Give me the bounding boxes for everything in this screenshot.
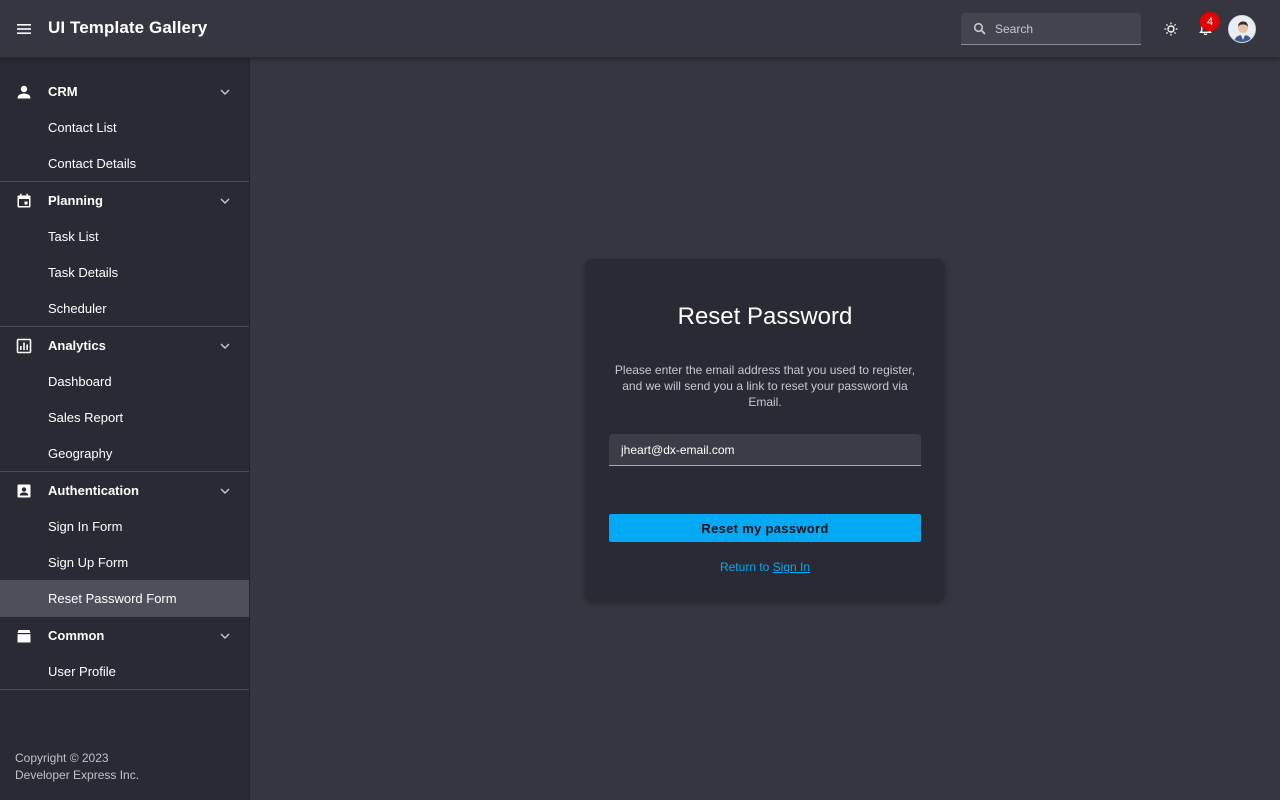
theme-toggle-button[interactable] <box>1160 18 1182 40</box>
email-field[interactable] <box>609 434 921 466</box>
nav-item-sign-in-form[interactable]: Sign In Form <box>0 508 249 544</box>
menu-button[interactable] <box>12 17 36 41</box>
return-text: Return to <box>719 560 770 574</box>
nav-item-label: Scheduler <box>48 301 107 316</box>
nav-group-header-planning[interactable]: Planning <box>0 182 249 218</box>
nav-item-sales-report[interactable]: Sales Report <box>0 399 249 435</box>
return-to-signin: Return to Sign In <box>585 560 945 574</box>
person-icon <box>17 85 31 99</box>
hamburger-menu-icon <box>17 24 31 34</box>
nav-item-label: Sign In Form <box>48 519 123 534</box>
nav-item-dashboard[interactable]: Dashboard <box>0 363 249 399</box>
form-description: Please enter the email address that you … <box>614 363 916 409</box>
nav-group-header-analytics[interactable]: Analytics <box>0 327 249 363</box>
chart-icon <box>16 338 32 354</box>
page-title: Reset Password <box>677 303 853 330</box>
sidebar-nav: CRM Contact List Contact Details Plannin… <box>0 58 250 800</box>
box-icon <box>17 630 31 643</box>
nav-item-task-details[interactable]: Task Details <box>0 254 249 290</box>
nav-group-header-crm[interactable]: CRM <box>0 73 249 109</box>
reset-password-button[interactable]: Reset my password <box>609 514 921 542</box>
nav-item-scheduler[interactable]: Scheduler <box>0 290 249 326</box>
nav-item-reset-password-form[interactable]: Reset Password Form <box>0 580 249 616</box>
email-input[interactable] <box>609 434 921 465</box>
nav-group-label: Common <box>48 628 105 643</box>
nav-group-label: CRM <box>48 84 78 99</box>
nav-item-label: Reset Password Form <box>48 591 177 606</box>
nav-item-sign-up-form[interactable]: Sign Up Form <box>0 544 249 580</box>
reset-password-card: Reset Password Please enter the email ad… <box>585 259 945 601</box>
chevron-down-icon <box>220 198 230 204</box>
nav-group-common: Common User Profile <box>0 617 249 690</box>
chevron-down-icon <box>220 343 230 349</box>
nav-item-label: Task List <box>48 229 99 244</box>
nav-item-contact-details[interactable]: Contact Details <box>0 145 249 181</box>
copyright-line: Copyright © 2023 <box>15 751 109 765</box>
sign-in-link[interactable]: Sign In <box>773 560 810 574</box>
chevron-down-icon <box>220 488 230 494</box>
chevron-down-icon <box>220 89 230 95</box>
nav-item-task-list[interactable]: Task List <box>0 218 249 254</box>
user-avatar-icon <box>1229 16 1255 42</box>
search-input[interactable] <box>995 13 1135 44</box>
nav-group-header-authentication[interactable]: Authentication <box>0 472 249 508</box>
nav-item-user-profile[interactable]: User Profile <box>0 653 249 689</box>
nav-item-label: Geography <box>48 446 113 461</box>
search-box[interactable] <box>961 13 1141 45</box>
chevron-down-icon <box>220 633 230 639</box>
nav-group-label: Authentication <box>48 483 139 498</box>
contact-card-icon <box>17 484 31 498</box>
search-icon <box>973 22 986 35</box>
nav-item-geography[interactable]: Geography <box>0 435 249 471</box>
nav-group-label: Planning <box>48 193 103 208</box>
user-avatar[interactable] <box>1228 15 1256 43</box>
top-toolbar: UI Template Gallery 4 <box>0 0 1280 58</box>
nav-item-label: Sales Report <box>48 410 124 425</box>
notification-badge: 4 <box>1200 12 1220 31</box>
nav-item-label: Contact Details <box>48 156 137 171</box>
nav-group-planning: Planning Task List Task Details Schedule… <box>0 182 249 327</box>
nav-group-crm: CRM Contact List Contact Details <box>0 58 249 182</box>
nav-group-authentication: Authentication Sign In Form Sign Up Form… <box>0 472 249 617</box>
nav-item-label: Dashboard <box>48 374 112 389</box>
company-name: Developer Express Inc. <box>15 768 140 782</box>
nav-group-header-common[interactable]: Common <box>0 617 249 653</box>
nav-item-label: Task Details <box>48 265 119 280</box>
nav-item-contact-list[interactable]: Contact List <box>0 109 249 145</box>
calendar-icon <box>17 193 31 208</box>
nav-item-label: Sign Up Form <box>48 555 129 570</box>
nav-group-label: Analytics <box>48 338 106 353</box>
nav-group-analytics: Analytics Dashboard Sales Report Geograp… <box>0 327 249 472</box>
sun-icon <box>1164 22 1178 36</box>
nav-item-label: Contact List <box>48 120 117 135</box>
nav-item-label: User Profile <box>48 664 116 679</box>
copyright-footer: Copyright © 2023 Developer Express Inc. <box>15 750 139 784</box>
app-title: UI Template Gallery <box>48 18 208 37</box>
